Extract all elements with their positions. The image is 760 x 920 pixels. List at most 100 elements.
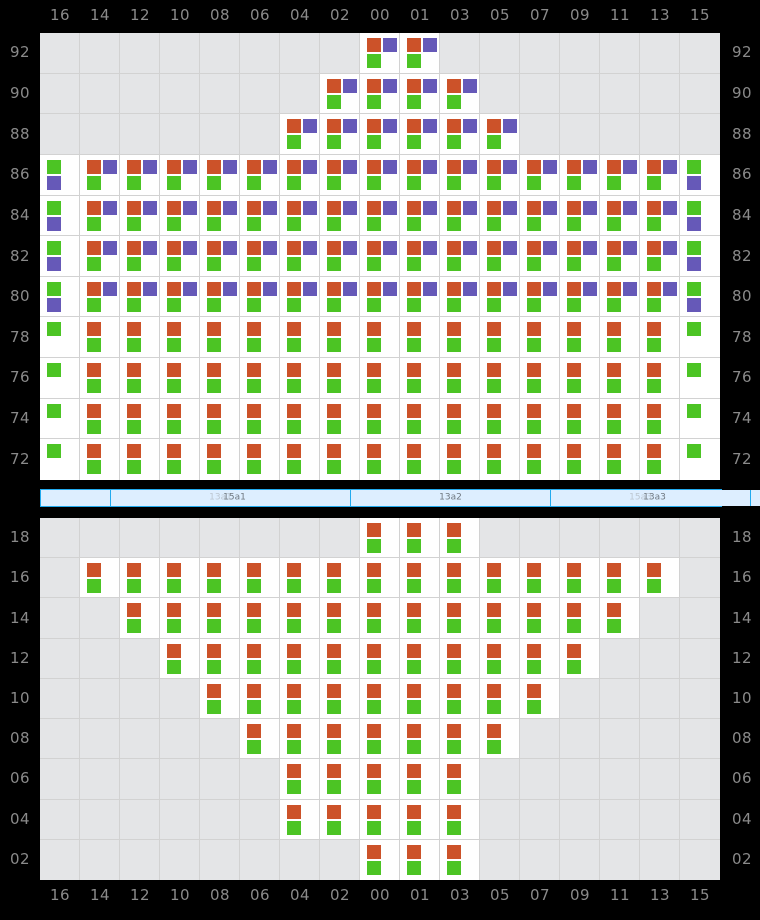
top-grid[interactable] — [40, 33, 720, 480]
orange-chip[interactable] — [447, 844, 461, 859]
green-chip[interactable] — [287, 460, 301, 475]
purple-chip[interactable] — [423, 119, 437, 134]
green-chip[interactable] — [487, 699, 501, 714]
grid-cell-filled[interactable] — [680, 276, 720, 318]
grid-cell-filled[interactable] — [400, 678, 440, 720]
green-chip[interactable] — [87, 379, 101, 394]
green-chip[interactable] — [487, 659, 501, 674]
orange-chip[interactable] — [407, 159, 421, 174]
orange-chip[interactable] — [247, 643, 261, 658]
grid-cell-empty[interactable] — [80, 719, 120, 760]
orange-chip[interactable] — [367, 603, 381, 618]
orange-chip[interactable] — [87, 159, 101, 174]
purple-chip[interactable] — [103, 281, 117, 296]
segment-ruler[interactable]: 13a1 15a1 13a2 15a3 13a3 — [40, 489, 760, 507]
green-chip[interactable] — [287, 780, 301, 795]
grid-cell-filled[interactable] — [440, 154, 480, 196]
purple-chip[interactable] — [183, 159, 197, 174]
purple-chip[interactable] — [303, 200, 317, 215]
grid-cell-filled[interactable] — [440, 317, 480, 359]
purple-chip[interactable] — [463, 159, 477, 174]
orange-chip[interactable] — [607, 200, 621, 215]
grid-cell-filled[interactable] — [600, 358, 640, 399]
orange-chip[interactable] — [247, 683, 261, 698]
grid-cell-filled[interactable] — [480, 398, 520, 440]
grid-cell-empty[interactable] — [80, 73, 120, 115]
orange-chip[interactable] — [447, 159, 461, 174]
grid-cell-filled[interactable] — [280, 678, 320, 720]
orange-chip[interactable] — [327, 603, 341, 618]
grid-cell-filled[interactable] — [680, 439, 720, 480]
grid-cell-filled[interactable] — [480, 558, 520, 599]
orange-chip[interactable] — [207, 322, 221, 337]
green-chip[interactable] — [287, 379, 301, 394]
grid-cell-filled[interactable] — [440, 799, 480, 840]
green-chip[interactable] — [327, 216, 341, 231]
grid-cell-filled[interactable] — [440, 518, 480, 559]
grid-cell-filled[interactable] — [640, 558, 680, 599]
purple-chip[interactable] — [503, 159, 517, 174]
green-chip[interactable] — [167, 216, 181, 231]
grid-cell-empty[interactable] — [640, 638, 680, 679]
green-chip[interactable] — [407, 54, 421, 68]
purple-chip[interactable] — [687, 297, 701, 312]
green-chip[interactable] — [47, 159, 61, 174]
purple-chip[interactable] — [263, 281, 277, 296]
orange-chip[interactable] — [447, 200, 461, 215]
orange-chip[interactable] — [327, 444, 341, 459]
grid-cell-filled[interactable] — [320, 73, 360, 115]
grid-cell-filled[interactable] — [160, 236, 200, 277]
grid-cell-filled[interactable] — [560, 154, 600, 196]
orange-chip[interactable] — [527, 643, 541, 658]
orange-chip[interactable] — [287, 281, 301, 296]
grid-cell-filled[interactable] — [640, 358, 680, 399]
green-chip[interactable] — [527, 338, 541, 353]
grid-cell-filled[interactable] — [120, 154, 160, 196]
grid-cell-filled[interactable] — [80, 236, 120, 277]
orange-chip[interactable] — [247, 322, 261, 337]
grid-cell-empty[interactable] — [560, 759, 600, 800]
grid-cell-filled[interactable] — [280, 799, 320, 840]
green-chip[interactable] — [127, 379, 141, 394]
orange-chip[interactable] — [527, 363, 541, 378]
green-chip[interactable] — [487, 338, 501, 353]
grid-cell-empty[interactable] — [600, 719, 640, 760]
grid-cell-empty[interactable] — [600, 114, 640, 155]
orange-chip[interactable] — [527, 563, 541, 578]
green-chip[interactable] — [167, 257, 181, 272]
green-chip[interactable] — [327, 619, 341, 634]
green-chip[interactable] — [207, 699, 221, 714]
green-chip[interactable] — [527, 460, 541, 475]
green-chip[interactable] — [607, 175, 621, 190]
green-chip[interactable] — [167, 419, 181, 434]
orange-chip[interactable] — [447, 603, 461, 618]
grid-cell-filled[interactable] — [480, 114, 520, 155]
orange-chip[interactable] — [407, 403, 421, 418]
grid-cell-filled[interactable] — [360, 73, 400, 115]
green-chip[interactable] — [287, 579, 301, 594]
orange-chip[interactable] — [367, 643, 381, 658]
green-chip[interactable] — [607, 338, 621, 353]
green-chip[interactable] — [367, 579, 381, 594]
grid-cell-empty[interactable] — [560, 719, 600, 760]
grid-cell-empty[interactable] — [120, 73, 160, 115]
grid-cell-filled[interactable] — [80, 558, 120, 599]
grid-cell-empty[interactable] — [480, 839, 520, 880]
orange-chip[interactable] — [447, 78, 461, 93]
purple-chip[interactable] — [143, 281, 157, 296]
grid-cell-filled[interactable] — [360, 236, 400, 277]
green-chip[interactable] — [487, 216, 501, 231]
grid-cell-filled[interactable] — [40, 154, 80, 196]
purple-chip[interactable] — [687, 175, 701, 190]
grid-cell-empty[interactable] — [40, 114, 80, 155]
grid-cell-filled[interactable] — [600, 558, 640, 599]
orange-chip[interactable] — [607, 159, 621, 174]
orange-chip[interactable] — [207, 563, 221, 578]
orange-chip[interactable] — [407, 444, 421, 459]
grid-cell-filled[interactable] — [600, 598, 640, 639]
grid-cell-filled[interactable] — [160, 558, 200, 599]
orange-chip[interactable] — [167, 363, 181, 378]
grid-cell-empty[interactable] — [120, 839, 160, 880]
orange-chip[interactable] — [87, 200, 101, 215]
grid-cell-empty[interactable] — [560, 799, 600, 840]
